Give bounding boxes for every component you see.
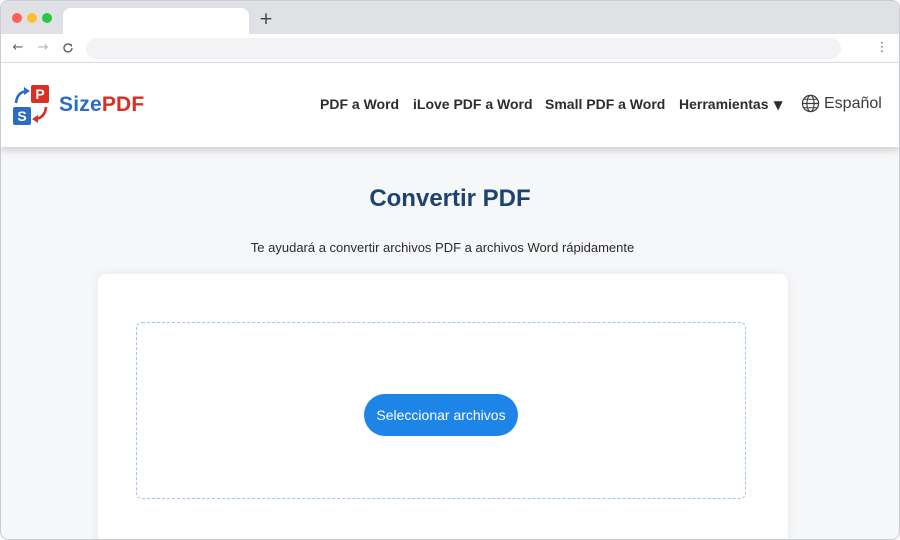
brand-part-size: Size	[59, 93, 102, 116]
page-title: Convertir PDF	[369, 185, 531, 212]
brand-part-pdf: PDF	[101, 93, 145, 116]
maximize-window-icon[interactable]	[42, 13, 52, 23]
kebab-menu-icon[interactable]: ⋮	[874, 38, 890, 58]
sizepdf-logo-icon[interactable]: P S	[11, 83, 51, 127]
browser-window: + ← → ⋮ P S SizePDF PDF a Word iLove PDF…	[0, 0, 900, 540]
nav-ilove-pdf-a-word[interactable]: iLove PDF a Word	[413, 96, 533, 112]
close-window-icon[interactable]	[12, 13, 22, 23]
address-bar[interactable]	[86, 38, 841, 59]
triangle-down-icon: ▼	[773, 98, 783, 112]
select-files-button[interactable]: Seleccionar archivos	[364, 394, 518, 436]
nav-small-pdf-a-word[interactable]: Small PDF a Word	[545, 96, 665, 112]
nav-herramientas-label: Herramientas	[679, 96, 769, 112]
globe-icon	[801, 94, 820, 113]
site-header: P S SizePDF PDF a Word iLove PDF a Word …	[1, 63, 899, 147]
arrow-left-icon[interactable]: ←	[9, 38, 27, 58]
upload-card: Seleccionar archivos	[98, 274, 788, 539]
tab-strip: +	[1, 1, 899, 35]
arrow-right-icon[interactable]: →	[34, 38, 52, 58]
minimize-window-icon[interactable]	[27, 13, 37, 23]
browser-tab[interactable]	[63, 8, 249, 35]
page-subtitle: Te ayudará a convertir archivos PDF a ar…	[250, 240, 635, 255]
svg-text:S: S	[17, 108, 26, 124]
nav-pdf-a-word[interactable]: PDF a Word	[320, 96, 399, 112]
nav-herramientas-dropdown[interactable]: Herramientas ▼	[679, 96, 783, 112]
language-label: Español	[824, 94, 882, 112]
plus-icon[interactable]: +	[257, 9, 275, 29]
browser-toolbar: ← → ⋮	[1, 34, 899, 63]
language-selector[interactable]: Español	[801, 94, 882, 113]
svg-text:P: P	[35, 86, 44, 102]
brand-name[interactable]: SizePDF	[59, 93, 144, 117]
reload-icon[interactable]	[59, 38, 77, 58]
file-drop-zone[interactable]: Seleccionar archivos	[136, 322, 746, 499]
